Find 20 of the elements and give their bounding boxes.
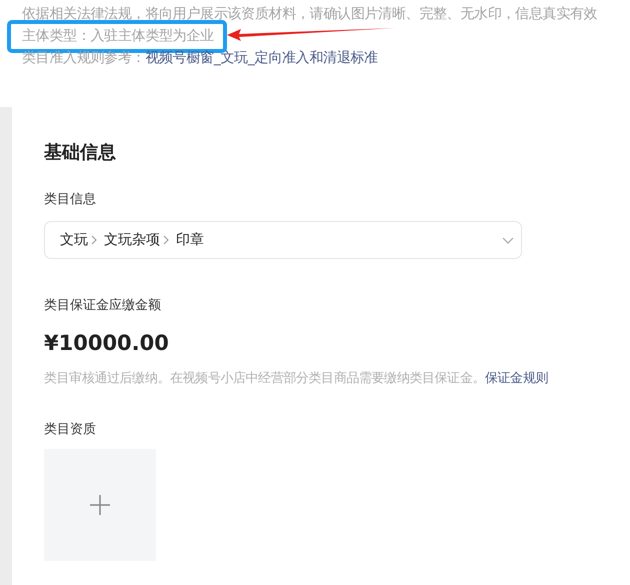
category-select[interactable]: 文玩 文玩杂项 印章 bbox=[44, 221, 522, 259]
notice-text: 依据相关法律法规，将向用户展示该资质材料，请确认图片清晰、完整、无水印，信息真实有效 bbox=[22, 6, 598, 22]
category-name: 文玩杂项 bbox=[104, 231, 160, 249]
notice-text: 主体类型：入驻主体类型为企业 bbox=[22, 28, 214, 44]
chevron-right-icon bbox=[91, 235, 97, 245]
section-title: 基础信息 bbox=[44, 141, 117, 165]
chevron-down-icon bbox=[502, 237, 514, 244]
plus-icon bbox=[90, 495, 110, 515]
notice-label: 类目准入规则参考： bbox=[22, 50, 146, 66]
field-label: 类目资质 bbox=[44, 421, 97, 439]
deposit-note: 类目审核通过后缴纳。在视频号小店中经营部分类目商品需要缴纳类目保证金。 bbox=[44, 371, 486, 386]
deposit-rule-link[interactable]: 保证金规则 bbox=[485, 371, 548, 386]
field-label: 类目信息 bbox=[44, 191, 97, 209]
upload-button[interactable] bbox=[44, 449, 156, 561]
deposit-amount: ¥10000.00 bbox=[44, 331, 170, 355]
rule-link[interactable]: 视频号橱窗_文玩_定向准入和清退标准 bbox=[145, 50, 378, 66]
category-name: 印章 bbox=[176, 231, 204, 249]
category-name: 文玩 bbox=[60, 231, 88, 249]
field-label: 类目保证金应缴金额 bbox=[44, 297, 162, 315]
chevron-right-icon bbox=[163, 235, 169, 245]
